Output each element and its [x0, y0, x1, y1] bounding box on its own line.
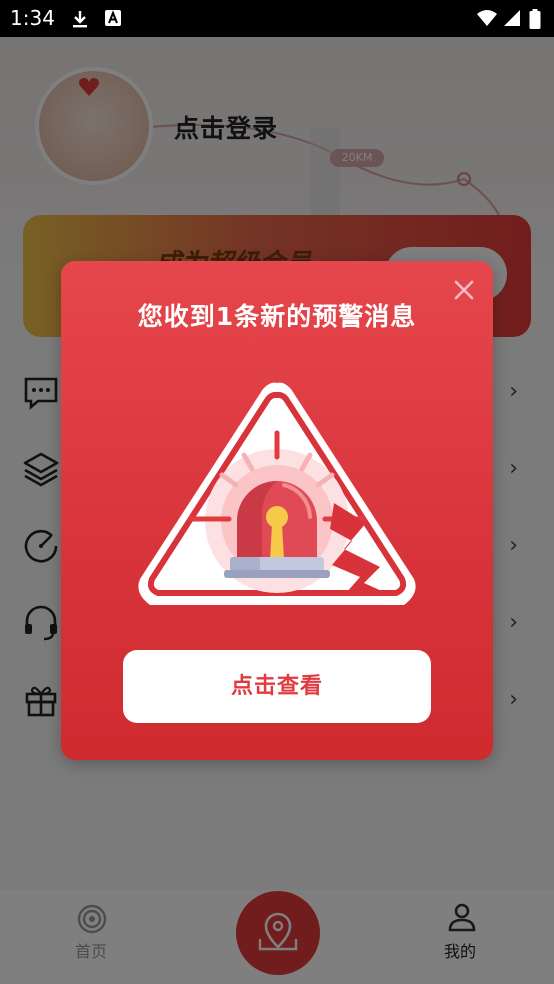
alarm-siren-warning-icon — [138, 382, 416, 605]
battery-icon — [529, 9, 541, 29]
signal-icon — [504, 10, 520, 26]
wifi-icon — [477, 10, 497, 26]
view-warning-button[interactable]: 点击查看 — [123, 650, 431, 723]
dialog-title: 您收到1条新的预警消息 — [137, 302, 417, 331]
status-time: 1:34 — [10, 6, 55, 30]
close-icon[interactable] — [451, 277, 477, 303]
status-bar: 1:34 — [0, 0, 554, 37]
warning-dialog: 您收到1条新的预警消息 点击查看 — [61, 261, 493, 760]
download-icon — [73, 11, 87, 28]
font-app-icon — [105, 10, 121, 26]
